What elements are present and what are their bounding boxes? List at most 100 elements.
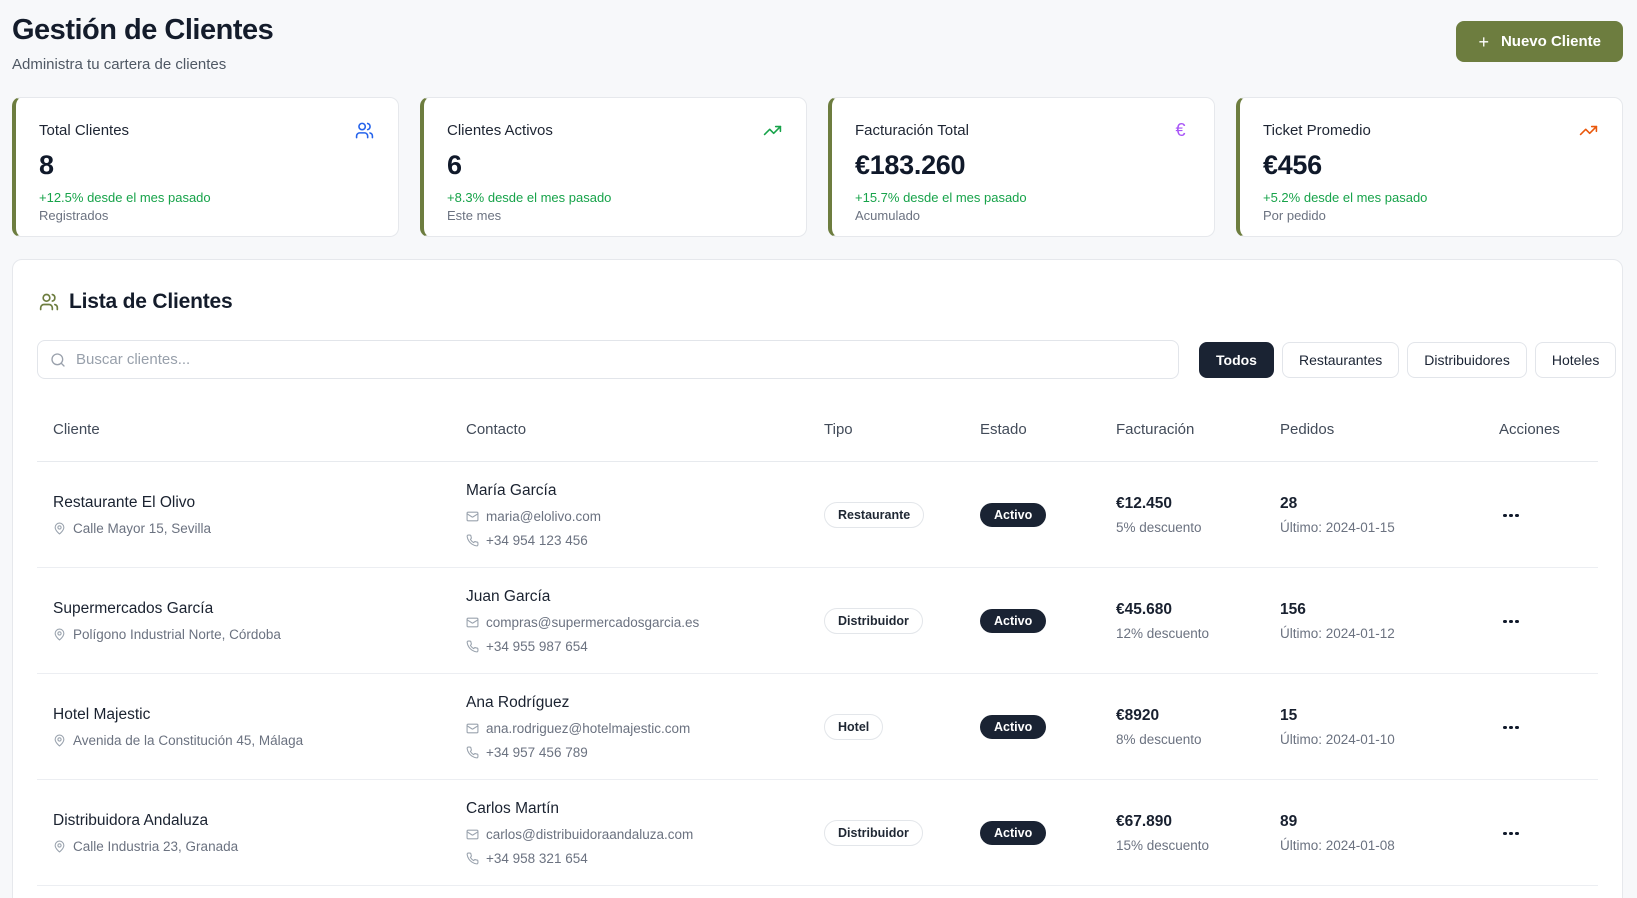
plus-icon: +: [1478, 33, 1489, 51]
list-toolbar: Todos Restaurantes Distribuidores Hotele…: [37, 340, 1598, 379]
users-icon: [355, 121, 374, 140]
contact-name: Ana Rodríguez: [466, 694, 808, 712]
type-cell: Hotel: [808, 714, 964, 740]
stat-card-note: Registrados: [39, 208, 374, 223]
client-name: Supermercados García: [53, 600, 450, 618]
client-address: Polígono Industrial Norte, Córdoba: [73, 627, 281, 642]
orders-cell: 15 Último: 2024-01-10: [1264, 707, 1483, 747]
filter-chips: Todos Restaurantes Distribuidores Hotele…: [1199, 342, 1616, 378]
map-pin-icon: [53, 734, 66, 747]
actions-cell: [1483, 610, 1598, 631]
billing-cell: €67.890 15% descuento: [1100, 813, 1264, 853]
billing-cell: €12.450 5% descuento: [1100, 495, 1264, 535]
stat-card-delta: +5.2% desde el mes pasado: [1263, 190, 1598, 205]
column-header-estado: Estado: [964, 421, 1100, 438]
type-badge: Distribuidor: [824, 820, 923, 846]
billing-cell: €45.680 12% descuento: [1100, 601, 1264, 641]
client-cell: Hotel Majestic Avenida de la Constitució…: [37, 706, 450, 748]
table-row: Hotel Majestic Avenida de la Constitució…: [37, 674, 1598, 780]
mail-icon: [466, 616, 479, 629]
stat-card-title: Ticket Promedio: [1263, 122, 1371, 139]
contact-email: maria@elolivo.com: [486, 509, 601, 524]
new-client-button[interactable]: + Nuevo Cliente: [1456, 21, 1623, 62]
contact-cell: Carlos Martín carlos@distribuidoraandalu…: [450, 800, 808, 866]
row-actions-button[interactable]: [1499, 506, 1523, 526]
orders-cell: 156 Último: 2024-01-12: [1264, 601, 1483, 641]
stat-card-note: Acumulado: [855, 208, 1190, 223]
stat-card-ticket-promedio: Ticket Promedio €456 +5.2% desde el mes …: [1236, 97, 1623, 237]
phone-icon: [466, 640, 479, 653]
orders-last-date: Último: 2024-01-10: [1280, 732, 1483, 747]
orders-count: 89: [1280, 813, 1483, 831]
contact-name: María García: [466, 482, 808, 500]
page-title: Gestión de Clientes: [12, 14, 273, 47]
new-client-button-label: Nuevo Cliente: [1501, 33, 1601, 50]
contact-name: Carlos Martín: [466, 800, 808, 818]
client-list-panel: Lista de Clientes Todos Restaurantes Dis…: [12, 259, 1623, 898]
phone-icon: [466, 852, 479, 865]
row-actions-button[interactable]: [1499, 824, 1523, 844]
client-name: Restaurante El Olivo: [53, 494, 450, 512]
stat-card-value: €456: [1263, 150, 1598, 181]
filter-distribuidores[interactable]: Distribuidores: [1407, 342, 1527, 378]
billing-amount: €67.890: [1116, 813, 1264, 831]
stat-card-value: 6: [447, 150, 782, 181]
billing-cell: €8920 8% descuento: [1100, 707, 1264, 747]
column-header-tipo: Tipo: [808, 421, 964, 438]
status-cell: Activo: [964, 609, 1100, 633]
status-cell: Activo: [964, 821, 1100, 845]
search-icon: [50, 352, 66, 368]
type-badge: Restaurante: [824, 502, 924, 528]
filter-restaurantes[interactable]: Restaurantes: [1282, 342, 1399, 378]
orders-count: 15: [1280, 707, 1483, 725]
page-header: Gestión de Clientes Administra tu carter…: [12, 14, 1623, 97]
actions-cell: [1483, 716, 1598, 737]
stat-card-clientes-activos: Clientes Activos 6 +8.3% desde el mes pa…: [420, 97, 807, 237]
type-badge: Hotel: [824, 714, 883, 740]
search-box[interactable]: [37, 340, 1179, 379]
orders-count: 156: [1280, 601, 1483, 619]
table-row: Distribuidora Andaluza Calle Industria 2…: [37, 780, 1598, 886]
stat-card-title: Total Clientes: [39, 122, 129, 139]
orders-count: 28: [1280, 495, 1483, 513]
billing-amount: €12.450: [1116, 495, 1264, 513]
filter-todos[interactable]: Todos: [1199, 342, 1274, 378]
column-header-pedidos: Pedidos: [1264, 421, 1483, 438]
phone-icon: [466, 746, 479, 759]
contact-cell: Ana Rodríguez ana.rodriguez@hotelmajesti…: [450, 694, 808, 760]
column-header-cliente: Cliente: [37, 421, 450, 438]
client-address: Avenida de la Constitución 45, Málaga: [73, 733, 303, 748]
search-input[interactable]: [76, 351, 1166, 368]
client-name: Distribuidora Andaluza: [53, 812, 450, 830]
euro-icon: €: [1171, 121, 1190, 140]
client-list-title: Lista de Clientes: [69, 290, 232, 314]
filter-hoteles[interactable]: Hoteles: [1535, 342, 1616, 378]
page-heading-block: Gestión de Clientes Administra tu carter…: [12, 14, 273, 73]
stat-card-delta: +15.7% desde el mes pasado: [855, 190, 1190, 205]
contact-email: compras@supermercadosgarcia.es: [486, 615, 699, 630]
billing-discount: 15% descuento: [1116, 838, 1264, 853]
status-badge: Activo: [980, 609, 1046, 633]
users-icon: [39, 292, 59, 312]
column-header-contacto: Contacto: [450, 421, 808, 438]
status-cell: Activo: [964, 503, 1100, 527]
billing-discount: 5% descuento: [1116, 520, 1264, 535]
client-list-header: Lista de Clientes: [39, 290, 1598, 314]
stat-card-value: 8: [39, 150, 374, 181]
status-badge: Activo: [980, 503, 1046, 527]
table-row: Supermercados García Polígono Industrial…: [37, 568, 1598, 674]
billing-amount: €8920: [1116, 707, 1264, 725]
stat-card-title: Facturación Total: [855, 122, 969, 139]
orders-cell: 28 Último: 2024-01-15: [1264, 495, 1483, 535]
client-name: Hotel Majestic: [53, 706, 450, 724]
billing-discount: 8% descuento: [1116, 732, 1264, 747]
column-header-facturacion: Facturación: [1100, 421, 1264, 438]
stat-card-note: Este mes: [447, 208, 782, 223]
row-actions-button[interactable]: [1499, 718, 1523, 738]
mail-icon: [466, 510, 479, 523]
contact-email: carlos@distribuidoraandaluza.com: [486, 827, 693, 842]
client-address: Calle Mayor 15, Sevilla: [73, 521, 211, 536]
status-cell: Activo: [964, 715, 1100, 739]
table-row: Restaurante El Olivo Calle Mayor 15, Sev…: [37, 462, 1598, 568]
row-actions-button[interactable]: [1499, 612, 1523, 632]
